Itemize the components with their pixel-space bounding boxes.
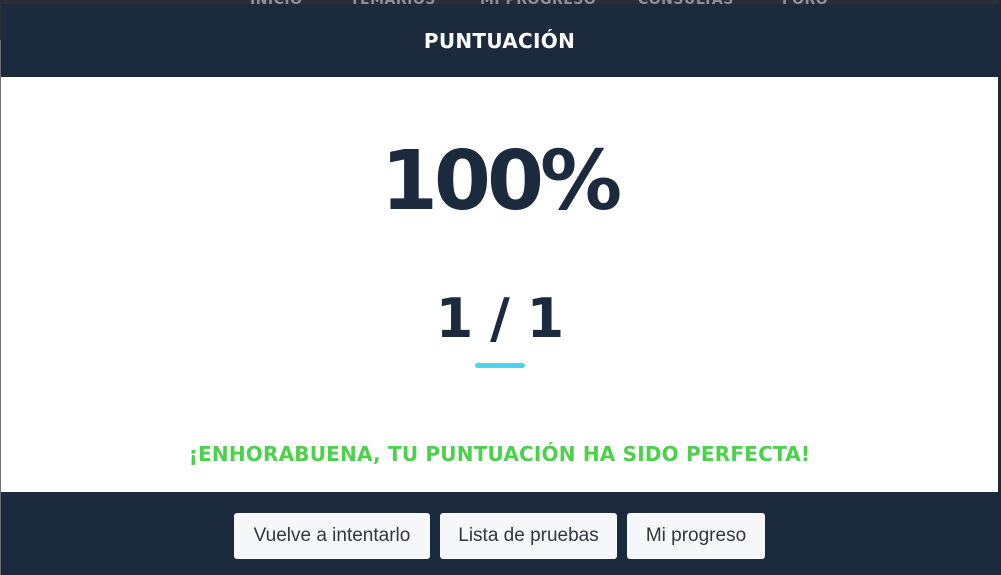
retry-button[interactable]: Vuelve a intentarlo bbox=[234, 513, 430, 559]
modal-footer: Vuelve a intentarlo Lista de pruebas Mi … bbox=[1, 492, 998, 575]
test-list-button[interactable]: Lista de pruebas bbox=[440, 513, 617, 559]
my-progress-button[interactable]: Mi progreso bbox=[627, 513, 765, 559]
modal-header: PUNTUACIÓN bbox=[1, 4, 998, 77]
score-percent: 100% bbox=[380, 134, 622, 229]
score-modal: PUNTUACIÓN 100% 1 / 1 ¡ENHORABUENA, TU P… bbox=[1, 4, 998, 575]
score-fraction: 1 / 1 bbox=[435, 287, 564, 350]
success-message: ¡ENHORABUENA, TU PUNTUACIÓN HA SIDO PERF… bbox=[188, 442, 811, 466]
accent-divider bbox=[475, 363, 525, 368]
modal-title: PUNTUACIÓN bbox=[423, 28, 576, 53]
